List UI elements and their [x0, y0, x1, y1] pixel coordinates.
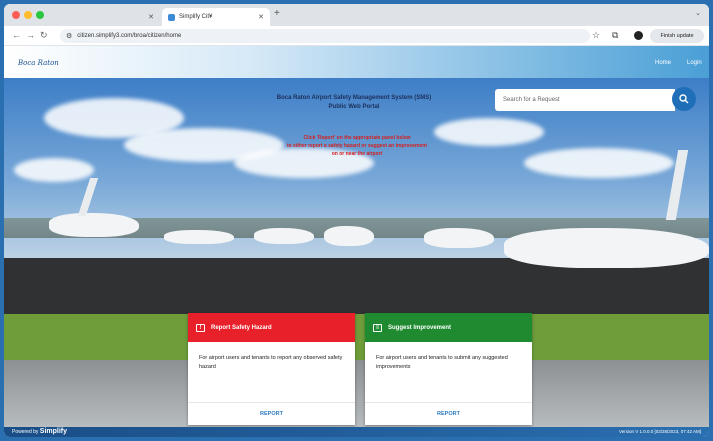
search-button[interactable]: [672, 87, 696, 111]
new-tab-icon[interactable]: +: [274, 8, 280, 19]
close-window-button[interactable]: [12, 11, 20, 19]
report-hazard-button[interactable]: REPORT: [188, 402, 355, 425]
portal-title-line1: Boca Raton Airport Safety Management Sys…: [276, 95, 432, 101]
instructions-line1: Click 'Report' on the appropriate panel …: [303, 135, 411, 141]
site-footer: Powered by Simplify Version V 1.0.0.0 [0…: [4, 427, 709, 437]
plane-image: [504, 228, 709, 268]
forward-arrow-icon[interactable]: →: [26, 30, 35, 40]
finish-update-button[interactable]: Finish update: [650, 29, 704, 43]
grass: [4, 314, 709, 360]
portal-title-line2: Public Web Portal: [328, 104, 380, 110]
plane-image: [164, 230, 234, 244]
close-icon[interactable]: ✕: [148, 13, 154, 21]
minimize-window-button[interactable]: [24, 11, 32, 19]
card-description: For airport users and tenants to submit …: [376, 355, 508, 370]
portal-instructions: Click 'Report' on the appropriate panel …: [272, 134, 442, 158]
extensions-icon[interactable]: ⧉: [612, 30, 618, 41]
close-icon[interactable]: ✕: [258, 13, 264, 21]
brand-name: Simplify: [39, 428, 68, 435]
back-arrow-icon[interactable]: ←: [12, 30, 21, 40]
search-input[interactable]: Search for a Request: [495, 89, 675, 111]
browser-tab-active[interactable]: Simplify Cit¥ ✕: [162, 8, 270, 26]
reload-icon[interactable]: ↻: [40, 30, 48, 41]
cloud-decoration: [434, 118, 544, 146]
site-header: Boca Raton Home Login: [4, 46, 709, 78]
powered-by: Powered by Simplify: [12, 428, 67, 435]
maximize-window-button[interactable]: [36, 11, 44, 19]
road: [4, 360, 709, 427]
plane-image: [324, 226, 374, 246]
card-title: Report Safety Hazard: [211, 324, 272, 331]
logo-text: Boca Raton: [18, 59, 59, 67]
card-header: ≡ Suggest Improvement: [365, 313, 532, 342]
version-label: Version V 1.0.0.0 [02/28/2023, 07:42 AM]: [618, 429, 701, 434]
plane-tail: [77, 178, 99, 216]
nav-home-link[interactable]: Home: [655, 60, 671, 66]
card-title: Suggest Improvement: [388, 324, 452, 331]
portal-title: Boca Raton Airport Safety Management Sys…: [254, 94, 454, 112]
tab-label: Simplify Cit¥: [179, 14, 213, 20]
plane-image: [254, 228, 314, 244]
cloud-decoration: [524, 148, 674, 178]
card-description: For airport users and tenants to report …: [199, 355, 343, 370]
address-bar-row: ← → ↻ ⚙ citizen.simplify3.com/broa/citiz…: [4, 26, 709, 46]
hero-banner: Boca Raton Airport Safety Management Sys…: [4, 78, 709, 427]
instructions-line2: to either report a safety hazard or sugg…: [286, 143, 428, 149]
tab-menu-chevron-icon[interactable]: ⌄: [695, 9, 701, 17]
tab-strip: ✕ Simplify Cit¥ ✕ + ⌄: [4, 4, 709, 26]
warning-icon: !: [196, 323, 205, 332]
cloud-decoration: [14, 158, 94, 182]
profile-avatar-icon[interactable]: [634, 31, 643, 40]
browser-tab-inactive[interactable]: ✕: [52, 8, 160, 26]
card-header: ! Report Safety Hazard: [188, 313, 355, 342]
favicon-icon: [168, 13, 175, 21]
url-field[interactable]: ⚙ citizen.simplify3.com/broa/citizen/hom…: [60, 29, 590, 43]
bookmark-star-icon[interactable]: ☆: [592, 30, 600, 41]
plane-image: [424, 228, 494, 248]
suggest-improvement-card: ≡ Suggest Improvement For airport users …: [365, 313, 532, 425]
report-safety-hazard-card: ! Report Safety Hazard For airport users…: [188, 313, 355, 425]
suggest-improvement-button[interactable]: REPORT: [365, 402, 532, 425]
instructions-line3: on or near the airport: [331, 151, 383, 157]
plane-image: [49, 213, 139, 237]
document-icon: ≡: [373, 323, 382, 332]
browser-window: ✕ Simplify Cit¥ ✕ + ⌄ ← → ↻ ⚙ citizen.si…: [4, 4, 709, 437]
search-icon: [679, 94, 689, 104]
nav-login-link[interactable]: Login: [687, 60, 702, 66]
site-settings-icon[interactable]: ⚙: [66, 32, 72, 40]
site-logo[interactable]: Boca Raton: [18, 59, 59, 67]
powered-by-label: Powered by: [12, 429, 39, 435]
url-text: citizen.simplify3.com/broa/citizen/home: [77, 33, 182, 39]
